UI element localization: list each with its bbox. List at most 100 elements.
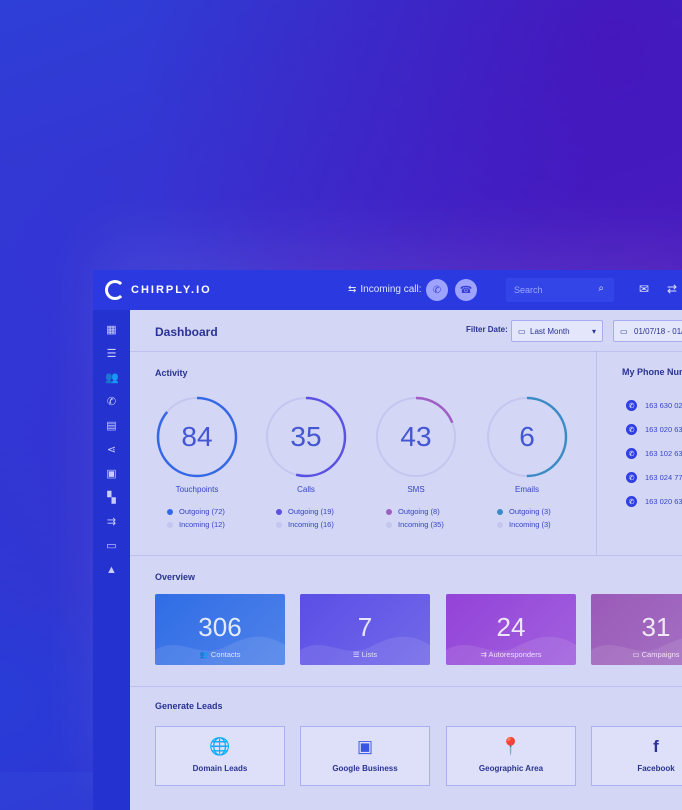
gauge-emails[interactable]: 6 Emails xyxy=(485,395,569,494)
calendar-icon: ▭ xyxy=(518,327,526,336)
overview-card-campaigns[interactable]: 31 ▭ Campaigns xyxy=(591,594,682,665)
sidebar: ▦ ☰ 👥 ✆ ▤ ⋖ ▣ ▚ ⇉ ▭ ▲ xyxy=(93,310,130,810)
share-icon[interactable]: ⋖ xyxy=(105,444,118,457)
legend-outgoing: Outgoing (72) xyxy=(167,507,225,516)
divider xyxy=(130,686,682,687)
logo[interactable]: CHIRPLY.IO xyxy=(105,280,212,300)
gauge-touchpoints[interactable]: 84 Touchpoints xyxy=(155,395,239,494)
card-value: 31 xyxy=(641,612,671,642)
legend-outgoing: Outgoing (8) xyxy=(386,507,440,516)
phone-numbers-title: My Phone Numb xyxy=(622,367,682,377)
legend-dot xyxy=(276,509,282,516)
calendar-icon: ▭ xyxy=(632,650,642,659)
legend-dot xyxy=(497,522,503,529)
dashboard-icon[interactable]: ▦ xyxy=(105,324,118,337)
phone-number-item[interactable]: ✆ 163 020 636 xyxy=(626,496,682,507)
legend-incoming: Incoming (35) xyxy=(386,520,444,529)
legend-outgoing: Outgoing (3) xyxy=(497,507,551,516)
legend-incoming-label: Incoming (3) xyxy=(509,520,551,529)
date-range-value: Last Month xyxy=(530,327,570,336)
phone-icon: ✆ xyxy=(626,472,637,483)
legend-incoming: Incoming (12) xyxy=(167,520,225,529)
legend-incoming-label: Incoming (12) xyxy=(179,520,225,529)
legend-incoming-label: Incoming (35) xyxy=(398,520,444,529)
search-box[interactable]: Search ⌕ xyxy=(506,278,614,302)
legend-outgoing: Outgoing (19) xyxy=(276,507,334,516)
inbox-icon[interactable]: ▤ xyxy=(105,420,118,433)
phone-number-item[interactable]: ✆ 163 102 636 xyxy=(626,448,682,459)
legend-incoming: Incoming (3) xyxy=(497,520,551,529)
phone-forward-icon: ⇉ xyxy=(480,650,489,659)
business-icon: ▣ xyxy=(356,737,374,756)
divider xyxy=(130,351,682,352)
gauge-label: Calls xyxy=(297,485,315,494)
legend-outgoing-label: Outgoing (3) xyxy=(509,507,551,516)
generate-leads-title: Generate Leads xyxy=(155,701,223,711)
card-label: ▭ Campaigns xyxy=(591,650,682,659)
app-window: CHIRPLY.IO ⇆ Incoming call: ✆ ☎ Search ⌕… xyxy=(93,270,682,810)
phone-number-item[interactable]: ✆ 163 630 026 xyxy=(626,400,682,411)
incoming-call-icon: ⇆ xyxy=(348,284,357,295)
card-label: 👥 Contacts xyxy=(155,650,285,659)
list-icon[interactable]: ☰ xyxy=(105,348,118,361)
calendar-icon: ▭ xyxy=(620,327,628,336)
legend-outgoing-label: Outgoing (72) xyxy=(179,507,225,516)
legend-incoming-label: Incoming (16) xyxy=(288,520,334,529)
decline-call-button[interactable]: ☎ xyxy=(455,279,477,301)
phone-number-item[interactable]: ✆ 163 020 636 xyxy=(626,424,682,435)
logo-icon xyxy=(105,280,125,300)
legend-outgoing-label: Outgoing (8) xyxy=(398,507,440,516)
phone-number: 163 020 636 xyxy=(645,497,682,506)
overview-card-lists[interactable]: 7 ☰ Lists xyxy=(300,594,430,665)
date-from-field[interactable]: ▭ 01/07/18 - 01/08 xyxy=(613,320,682,342)
answer-call-button[interactable]: ✆ xyxy=(426,279,448,301)
lead-source-facebook[interactable]: f Facebook xyxy=(591,726,682,786)
card-value: 7 xyxy=(357,612,373,642)
card-label-text: Contacts xyxy=(210,650,241,659)
legend-dot xyxy=(386,509,392,516)
incoming-call: ⇆ Incoming call: xyxy=(348,284,422,295)
gauge-value: 43 xyxy=(400,421,432,452)
card-value: 306 xyxy=(198,612,242,642)
search-icon[interactable]: ⌕ xyxy=(598,283,604,294)
contacts-icon[interactable]: 👥 xyxy=(105,372,119,385)
widgets-icon[interactable]: ▚ xyxy=(105,492,118,505)
phone-icon: ✆ xyxy=(626,496,637,507)
school-icon[interactable]: ▲ xyxy=(105,564,118,577)
phone-number: 163 024 773 xyxy=(645,473,682,482)
phone-forward-icon[interactable]: ⇉ xyxy=(105,516,118,529)
phone-number-item[interactable]: ✆ 163 024 773 xyxy=(626,472,682,483)
search-input[interactable]: Search xyxy=(514,285,543,295)
overview-card-autoresponders[interactable]: 24 ⇉ Autoresponders xyxy=(446,594,576,665)
gauge-label: Emails xyxy=(514,485,539,494)
gauge-value: 6 xyxy=(519,421,535,452)
card-label-text: Autoresponders xyxy=(488,650,542,659)
lead-source-geographic-area[interactable]: 📍 Geographic Area xyxy=(446,726,576,786)
mail-icon[interactable]: ✉ xyxy=(639,282,649,296)
filter-date-label: Filter Date: xyxy=(466,325,508,334)
card-label: ⇉ Autoresponders xyxy=(446,650,576,659)
overview-title: Overview xyxy=(155,572,196,582)
date-range-select[interactable]: ▭ Last Month ▾ xyxy=(511,320,603,342)
calendar-icon[interactable]: ▭ xyxy=(105,540,118,553)
gauge-calls[interactable]: 35 Calls xyxy=(264,395,348,494)
legend-dot xyxy=(276,522,282,529)
page-title: Dashboard xyxy=(155,325,218,339)
gauge-sms[interactable]: 43 SMS xyxy=(374,395,458,494)
chevron-down-icon: ▾ xyxy=(591,327,596,336)
globe-icon: 🌐 xyxy=(209,737,231,756)
phone-number: 163 020 636 xyxy=(645,425,682,434)
lead-source-domain-leads[interactable]: 🌐 Domain Leads xyxy=(155,726,285,786)
contact-card-icon[interactable]: ▣ xyxy=(105,468,118,481)
lead-source-google-business[interactable]: ▣ Google Business xyxy=(300,726,430,786)
map-pin-icon: 📍 xyxy=(500,737,522,756)
phone-icon: ✆ xyxy=(626,424,637,435)
legend-outgoing-label: Outgoing (19) xyxy=(288,507,334,516)
overview-card-contacts[interactable]: 306 👥 Contacts xyxy=(155,594,285,665)
transfer-icon[interactable]: ⇄ xyxy=(667,282,677,296)
phone-number: 163 102 636 xyxy=(645,449,682,458)
vertical-divider xyxy=(596,350,597,555)
gauge-label: SMS xyxy=(407,485,425,494)
phone-icon[interactable]: ✆ xyxy=(105,396,118,409)
legend-dot xyxy=(497,509,503,516)
